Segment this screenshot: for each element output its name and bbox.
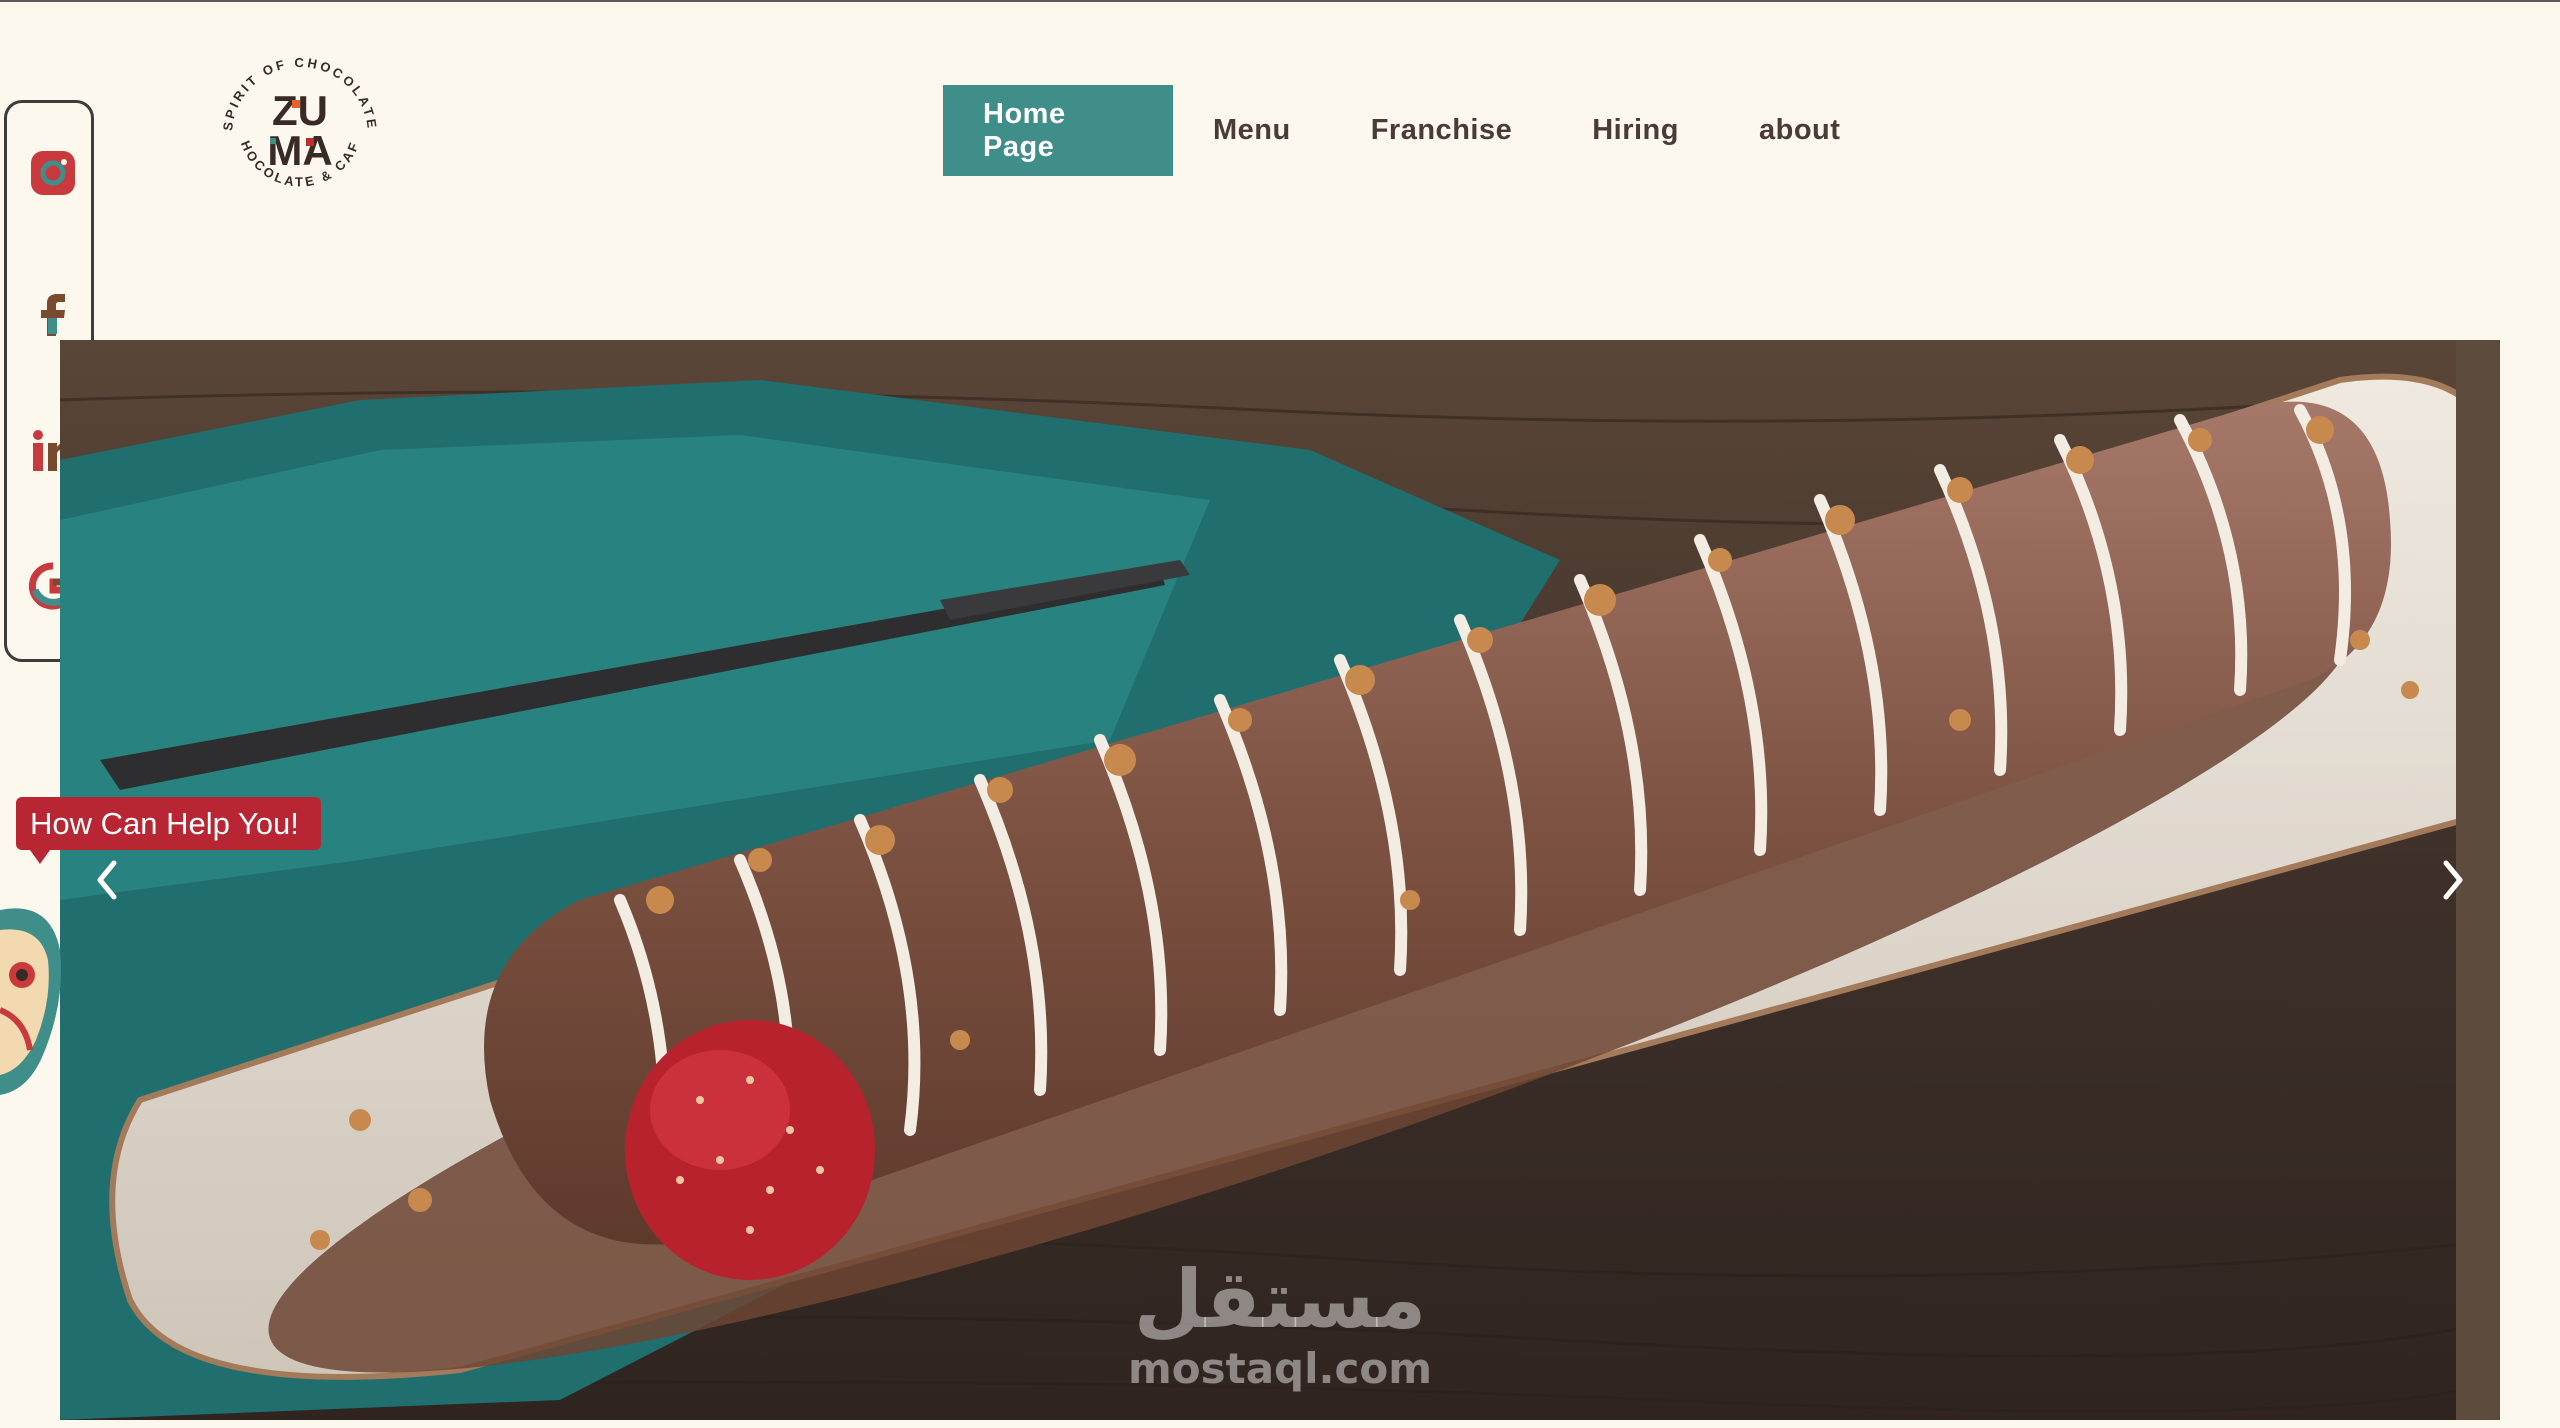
chevron-left-icon[interactable] xyxy=(88,855,128,905)
nav-franchise[interactable]: Franchise xyxy=(1331,85,1553,176)
watermark: مستقل mostaql.com xyxy=(1120,1255,1440,1405)
nav-about[interactable]: about xyxy=(1719,85,1880,176)
watermark-latin: mostaql.com xyxy=(1128,1344,1432,1393)
svg-text:MA: MA xyxy=(267,127,332,174)
instagram-icon[interactable] xyxy=(27,147,79,199)
chevron-right-icon[interactable] xyxy=(2432,855,2472,905)
nav-home-page[interactable]: Home Page xyxy=(943,85,1173,176)
watermark-arabic: مستقل xyxy=(1133,1253,1427,1346)
brand-logo[interactable]: SPIRIT OF CHOCOLATE CHOCOLATE & CAFE ZU … xyxy=(204,28,390,220)
help-chat-bubble[interactable]: How Can Help You! xyxy=(16,797,321,864)
nav-menu[interactable]: Menu xyxy=(1173,85,1331,176)
top-border xyxy=(0,0,2560,2)
nav-hiring[interactable]: Hiring xyxy=(1552,85,1719,176)
mascot-icon[interactable] xyxy=(0,890,62,1100)
main-nav: Home Page Menu Franchise Hiring about xyxy=(943,85,1880,176)
facebook-icon[interactable] xyxy=(27,286,79,338)
